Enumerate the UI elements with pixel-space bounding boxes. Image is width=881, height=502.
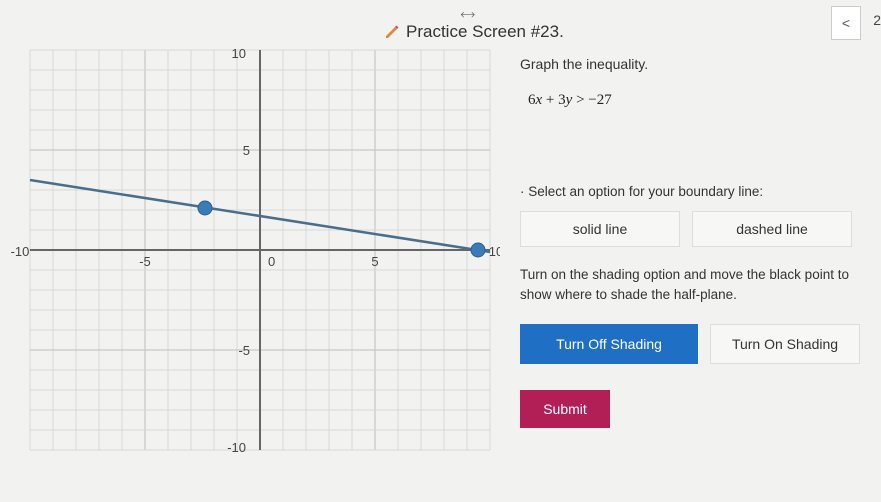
screen-title-row: Practice Screen #23. (384, 22, 880, 42)
svg-text:5: 5 (243, 143, 250, 158)
pencil-icon (384, 24, 400, 40)
dashed-line-button[interactable]: dashed line (692, 211, 852, 247)
svg-text:-10: -10 (11, 244, 30, 259)
shading-instruction: Turn on the shading option and move the … (520, 265, 870, 306)
dashed-line-label: dashed line (736, 221, 808, 237)
svg-text:-10: -10 (227, 440, 246, 455)
turn-off-shading-label: Turn Off Shading (556, 336, 662, 352)
svg-text:5: 5 (371, 254, 378, 269)
right-panel: Practice Screen #23. Graph the inequalit… (380, 22, 880, 428)
turn-on-shading-label: Turn On Shading (732, 336, 838, 352)
turn-on-shading-button[interactable]: Turn On Shading (710, 324, 860, 364)
svg-text:-5: -5 (139, 254, 151, 269)
svg-text:10: 10 (232, 46, 246, 61)
screen-title: Practice Screen #23. (406, 22, 564, 42)
instruction-subtitle: Graph the inequality. (520, 56, 880, 72)
turn-off-shading-button[interactable]: Turn Off Shading (520, 324, 698, 364)
drag-point-1 (198, 201, 212, 215)
submit-label: Submit (543, 401, 587, 417)
select-option-label: · Select an option for your boundary lin… (520, 184, 880, 199)
inequality-equation: 6x + 3y > −27 (528, 92, 880, 109)
submit-button[interactable]: Submit (520, 390, 610, 428)
solid-line-label: solid line (573, 221, 627, 237)
solid-line-button[interactable]: solid line (520, 211, 680, 247)
svg-text:-5: -5 (238, 343, 250, 358)
svg-text:0: 0 (268, 254, 275, 269)
